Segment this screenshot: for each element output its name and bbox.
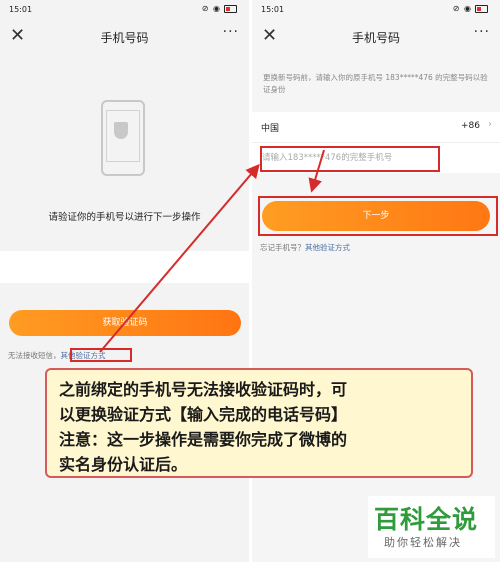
chevron-right-icon: › [488, 119, 492, 130]
status-bar: 15:01 ⊘ ◉ [252, 0, 500, 20]
forgot-line: 忘记手机号？其他验证方式 [260, 242, 350, 253]
watermark-subtitle: 助你轻松解决 [384, 536, 462, 549]
country-name: 中国 [261, 124, 280, 134]
description-text: 更换新号码前，请输入你的原手机号 183*****476 的完整号码以验证身份 [263, 73, 488, 94]
status-icons: ⊘ ◉ [202, 4, 237, 13]
callout-line-3: 注意：这一步操作是需要你完成了微博的 [59, 430, 348, 449]
highlight-next-button [258, 196, 498, 236]
country-selector[interactable]: 中国 +86 › [252, 112, 500, 143]
status-icons: ⊘ ◉ [453, 4, 488, 13]
highlight-phone-input [260, 146, 440, 172]
phone-shield-icon [101, 100, 145, 176]
highlight-other-method [70, 348, 132, 362]
callout-line-2: 以更换验证方式【输入完成的电话号码】 [59, 405, 348, 424]
status-time: 15:01 [9, 5, 33, 14]
callout-line-1: 之前绑定的手机号无法接收验证码时，可 [59, 380, 348, 399]
get-code-button[interactable]: 获取验证码 [9, 310, 241, 336]
instruction-callout: 之前绑定的手机号无法接收验证码时，可 以更换验证方式【输入完成的电话号码】 注意… [45, 368, 473, 478]
battery-icon [224, 4, 237, 13]
status-bar: 15:01 ⊘ ◉ [0, 0, 249, 20]
code-input[interactable] [0, 251, 249, 283]
shield-icon [114, 122, 128, 139]
battery-icon [475, 4, 488, 13]
status-time: 15:01 [261, 5, 285, 14]
other-method-link[interactable]: 其他验证方式 [305, 243, 350, 252]
more-icon[interactable]: ··· [474, 24, 490, 40]
page-title: 手机号码 [100, 31, 149, 45]
watermark-title: 百科全说 [374, 505, 479, 534]
forgot-text: 忘记手机号？ [260, 243, 305, 252]
nav-bar: ✕ 手机号码 ··· [252, 20, 500, 54]
callout-line-4: 实名身份认证后。 [59, 455, 188, 474]
page-title: 手机号码 [351, 31, 400, 45]
verify-message: 请验证你的手机号以进行下一步操作 [48, 212, 201, 223]
watermark-logo: 百科全说 助你轻松解决 [368, 496, 495, 558]
nav-bar: ✕ 手机号码 ··· [0, 20, 249, 54]
country-code: +86 [461, 121, 480, 131]
more-icon[interactable]: ··· [223, 24, 239, 40]
help-text: 无法接收短信， [8, 351, 61, 360]
